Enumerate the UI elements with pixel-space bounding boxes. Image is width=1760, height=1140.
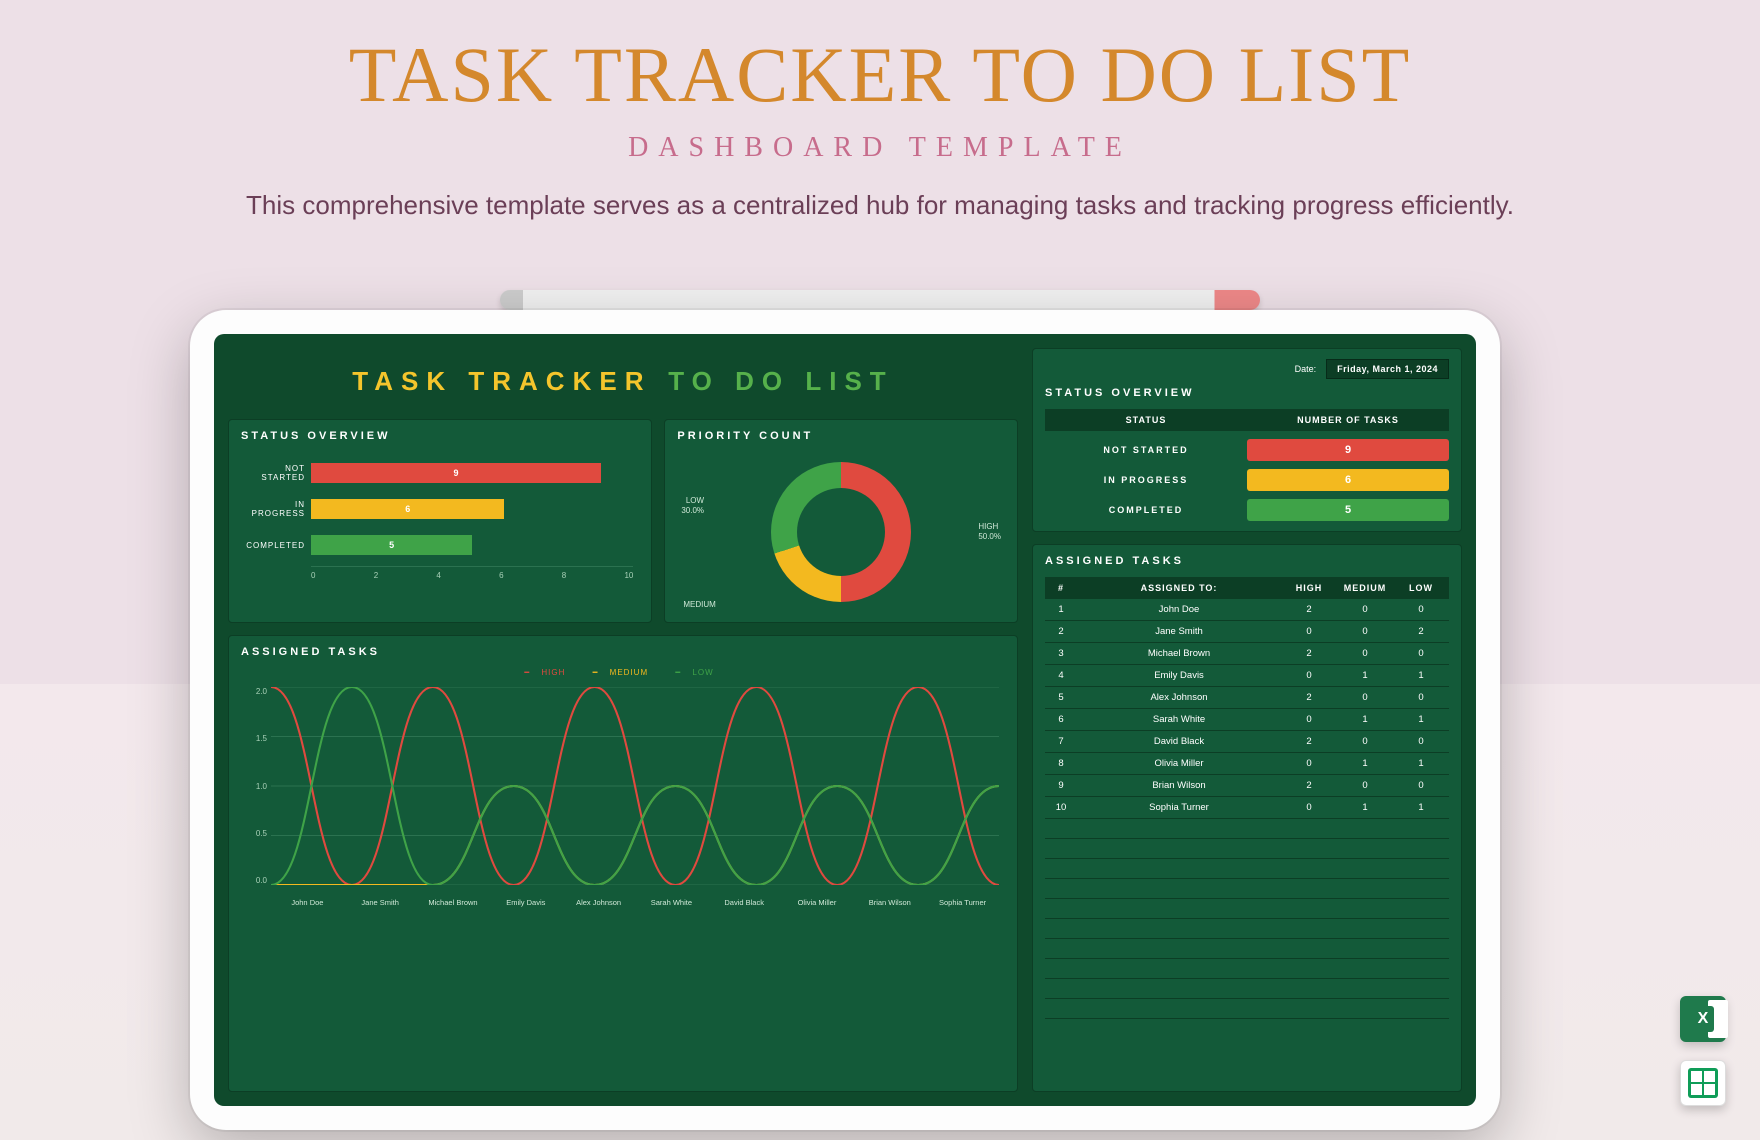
bar-not-started: 9 [311,463,601,483]
status-overview-panel: STATUS OVERVIEW NOT STARTED 9 IN PROGRES… [228,419,652,623]
priority-count-title: PRIORITY COUNT [677,430,1005,442]
status-overview-table: STATUS NUMBER OF TASKS NOT STARTED 9 IN … [1045,409,1449,521]
col-low: LOW [1393,583,1449,593]
hero: TASK TRACKER TO DO LIST DASHBOARD TEMPLA… [0,0,1760,221]
priority-donut-chart: HIGH50.0% LOW30.0% MEDIUM [677,452,1005,612]
bar-completed: 5 [311,535,472,555]
dashboard-title: TASK TRACKER TO DO LIST [228,348,1018,407]
so-not-started-label: NOT STARTED [1045,445,1247,455]
status-overview-table-panel: Date: Friday, March 1, 2024 STATUS OVERV… [1032,348,1462,532]
tablet-frame: TASK TRACKER TO DO LIST STATUS OVERVIEW … [190,310,1500,1130]
status-overview-title: STATUS OVERVIEW [241,430,639,442]
dashboard-title-b: TO DO LIST [668,366,893,396]
table-row: 1John Doe200 [1045,599,1449,621]
so-completed-label: COMPLETED [1045,505,1247,515]
table-row: 9Brian Wilson200 [1045,775,1449,797]
line-y-axis: 2.01.51.00.50.0 [243,687,267,885]
line-chart-legend: ━ HIGH ━ MEDIUM ━ LOW [241,668,1005,677]
assigned-tasks-line-chart: 2.01.51.00.50.0 John DoeJane SmithMichae… [241,681,1005,911]
priority-count-panel: PRIORITY COUNT HIGH50.0% LOW30.0% MEDIUM [664,419,1018,623]
bar-x-axis: 0246810 [311,566,633,580]
donut-label-medium: MEDIUM [683,600,715,610]
assigned-tasks-table-title: ASSIGNED TASKS [1045,555,1449,567]
assigned-tasks-chart-panel: ASSIGNED TASKS ━ HIGH ━ MEDIUM ━ LOW 2.0… [228,635,1018,1092]
so-in-progress-label: IN PROGRESS [1045,475,1247,485]
donut-label-high: HIGH50.0% [978,522,1001,541]
bar-in-progress: 6 [311,499,504,519]
donut-icon [771,462,911,602]
dashboard-screen: TASK TRACKER TO DO LIST STATUS OVERVIEW … [214,334,1476,1106]
google-sheets-icon[interactable] [1680,1060,1726,1106]
table-row: 2Jane Smith002 [1045,621,1449,643]
bar-label-completed: COMPLETED [241,541,305,550]
table-row: 6Sarah White011 [1045,709,1449,731]
col-medium: MEDIUM [1337,583,1393,593]
so-completed-value: 5 [1247,499,1449,521]
col-status: STATUS [1045,415,1247,425]
assigned-table-body: 1John Doe2002Jane Smith0023Michael Brown… [1045,599,1449,1081]
assigned-tasks-table-panel: ASSIGNED TASKS # ASSIGNED TO: HIGH MEDIU… [1032,544,1462,1092]
bar-label-not-started: NOT STARTED [241,464,305,482]
line-x-axis: John DoeJane SmithMichael BrownEmily Dav… [271,898,999,907]
table-row: 8Olivia Miller011 [1045,753,1449,775]
so-in-progress-value: 6 [1247,469,1449,491]
date-label: Date: [1295,364,1317,374]
dashboard-title-a: TASK TRACKER [352,366,651,396]
table-row: 4Emily Davis011 [1045,665,1449,687]
bar-label-in-progress: IN PROGRESS [241,500,305,518]
col-num: # [1045,583,1077,593]
col-high: HIGH [1281,583,1337,593]
col-num-tasks: NUMBER OF TASKS [1247,415,1449,425]
excel-icon[interactable]: X [1680,996,1726,1042]
table-row: 10Sophia Turner011 [1045,797,1449,819]
hero-title: TASK TRACKER TO DO LIST [0,30,1760,120]
date-value: Friday, March 1, 2024 [1326,359,1449,379]
table-row: 7David Black200 [1045,731,1449,753]
assigned-tasks-chart-title: ASSIGNED TASKS [241,646,1005,658]
donut-label-low: LOW30.0% [681,496,704,515]
stylus-icon [500,290,1260,310]
col-assigned-to: ASSIGNED TO: [1077,583,1281,593]
status-overview-table-title: STATUS OVERVIEW [1045,387,1449,399]
hero-description: This comprehensive template serves as a … [0,190,1760,221]
hero-subtitle: DASHBOARD TEMPLATE [0,132,1760,164]
table-row: 5Alex Johnson200 [1045,687,1449,709]
status-overview-chart: NOT STARTED 9 IN PROGRESS 6 COMPLETED 5 … [241,452,639,596]
assigned-table-header: # ASSIGNED TO: HIGH MEDIUM LOW [1045,577,1449,599]
so-not-started-value: 9 [1247,439,1449,461]
table-row: 3Michael Brown200 [1045,643,1449,665]
